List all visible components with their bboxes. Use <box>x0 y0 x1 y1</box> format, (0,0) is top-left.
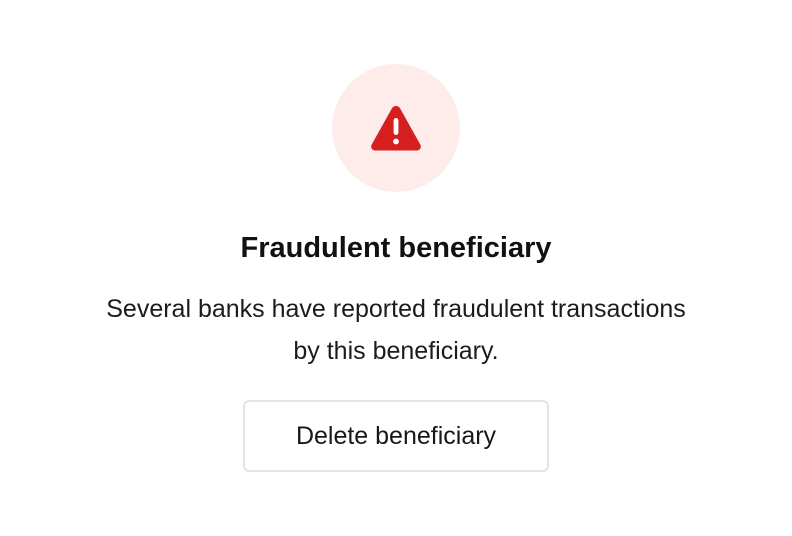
fraud-alert-panel: Fraudulent beneficiary Several banks hav… <box>0 0 792 536</box>
alert-message: Several banks have reported fraudulent t… <box>106 295 686 365</box>
warning-icon-badge <box>332 64 460 192</box>
alert-title: Fraudulent beneficiary <box>240 232 552 264</box>
delete-beneficiary-label: Delete beneficiary <box>295 421 497 450</box>
warning-triangle-icon <box>371 106 421 151</box>
delete-beneficiary-button[interactable]: Delete beneficiary <box>243 400 549 472</box>
